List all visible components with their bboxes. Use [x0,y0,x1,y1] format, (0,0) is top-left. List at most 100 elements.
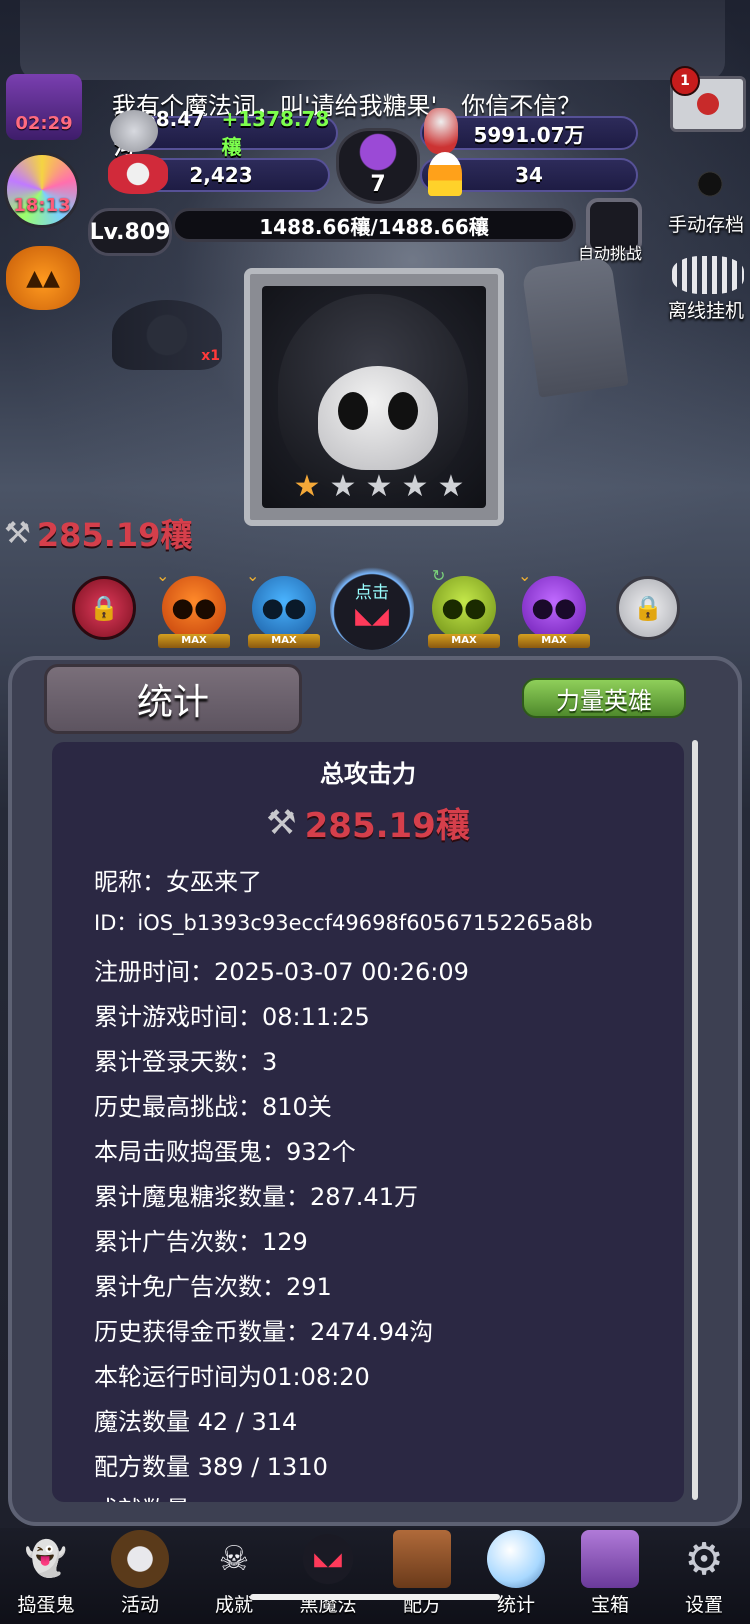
pumpkin-face-icon: ▲▲ [26,265,60,291]
nav-item-events[interactable]: 活动 [100,1530,180,1620]
top-right-value: 5991.07万 [473,122,585,147]
candy-corn-count: 34 [515,163,543,187]
tab-power-heroes[interactable]: 力量英雄 [522,678,686,718]
devil-icon: ◣◢ [299,1530,357,1588]
cauldron-count: 7 [370,171,386,197]
eyeball-cake-icon [111,1530,169,1588]
home-indicator[interactable] [250,1594,500,1600]
max-badge: MAX [518,634,590,648]
candy-timer: 18:13 [13,194,71,216]
stat-run-time: 本轮运行时间为01:08:20 [94,1363,370,1391]
hero-orange[interactable]: ●● [162,576,226,640]
damage-value: 285.19穰 [36,516,193,554]
boss-portrait-frame[interactable]: ★ ★ ★ ★ ★ [244,268,504,526]
nav-item-black-magic[interactable]: ◣◢ 黑魔法 [288,1530,368,1620]
pumpkin-icon[interactable]: ▲▲ [6,246,80,310]
skull-candy-icon [108,154,168,194]
upgrade-chevron-icon: ⌄ [246,566,260,585]
hp-bar: 1488.66穰/1488.66穰 [172,208,576,242]
damage-display: ⚒ 285.19穰 [4,510,192,556]
stat-syrup: 累计魔鬼糖浆数量：287.41万 [94,1183,418,1211]
star-4-icon: ★ [401,469,429,504]
gift-chest-icon [581,1530,639,1588]
nav-item-troublemaker[interactable]: 👻 捣蛋鬼 [6,1530,86,1620]
star-1-icon: ★ [293,469,321,504]
candy-swirl-icon[interactable]: 18:13 [4,152,80,228]
total-attack-value: 285.19穰 [304,806,470,846]
ghost-icon: 👻 [24,1539,68,1579]
nav-label: 统计 [496,1594,535,1616]
hero-face-icon: ●● [171,593,217,623]
click-label: 点击 [355,583,389,603]
hero-blue[interactable]: ●● [252,576,316,640]
stat-free-ads: 累计免广告次数：291 [94,1273,332,1301]
offline-idle-label[interactable]: 离线挂机 [668,296,744,323]
star-3-icon: ★ [365,469,393,504]
locked-hero-slot-left[interactable]: 🔒 [72,576,136,640]
tombstone-icon [521,256,629,398]
max-badge: MAX [248,634,320,648]
hero-face-icon: ●● [531,593,577,623]
witch-hat-icon[interactable]: 02:29 [6,74,82,140]
hero-green[interactable]: ●● [432,576,496,640]
skull-trophy-icon: ☠ [218,1539,250,1579]
nav-item-settings[interactable]: ⚙ 设置 [664,1530,744,1620]
mail-badge: 1 [670,66,700,96]
skull-potion-icon [424,108,458,154]
nav-label: 活动 [120,1594,159,1616]
nav-label: 设置 [684,1594,723,1616]
fish-bone-icon[interactable] [672,256,744,294]
lock-icon: 🔒 [633,594,663,622]
stat-login-days: 累计登录天数：3 [94,1048,278,1076]
total-attack-row: ⚒ 285.19穰 [52,798,684,847]
devil-eyes-icon: ◣◢ [355,603,389,629]
skull-eye-right [388,392,418,430]
stats-content[interactable]: 总攻击力 ⚒ 285.19穰 昵称：女巫来了 ID：iOS_b1393c93ec… [52,742,684,1502]
upgrade-chevron-icon: ⌄ [518,566,532,585]
nav-item-chest[interactable]: 宝箱 [570,1530,650,1620]
hp-text: 1488.66穰/1488.66穰 [259,214,489,239]
nav-item-stats[interactable]: 统计 [476,1530,556,1620]
star-5-icon: ★ [437,469,465,504]
reaper-skull-icon [318,366,438,470]
nav-label: 宝箱 [590,1594,629,1616]
stat-play-time: 累计游戏时间：08:11:25 [94,1003,370,1031]
level-badge: Lv.809 [88,208,172,256]
hero-face-icon: ●● [441,593,487,623]
lock-icon: 🔒 [89,594,119,622]
bat-multiplier: x1 [201,348,220,364]
locked-hero-slot-right[interactable]: 🔒 [616,576,680,640]
stat-id: ID：iOS_b1393c93eccf49698f60567152265a8b [94,911,593,935]
manual-save-label[interactable]: 手动存档 [668,210,744,237]
nav-label: 捣蛋鬼 [17,1594,75,1616]
gold-pile-icon [110,110,158,152]
nav-item-recipes[interactable]: 配方 [382,1530,462,1620]
star-2-icon: ★ [329,469,357,504]
axe-icon: ⚒ [4,515,31,551]
witch-timer: 02:29 [15,113,73,134]
stat-ads: 累计广告次数：129 [94,1228,308,1256]
stat-nickname: 昵称：女巫来了 [94,868,262,896]
stat-achievement-count: 成就数量 ... [94,1490,221,1502]
gear-icon: ⚙ [684,1533,724,1585]
stat-register-time: 注册时间：2025-03-07 00:26:09 [94,958,469,986]
top-stone-frame [20,0,725,80]
skull-count: 2,423 [189,163,253,187]
skull-eye-left [338,392,368,430]
hero-devil-center[interactable]: ◣◢ 点击 [330,566,414,650]
hero-purple[interactable]: ●● [522,576,586,640]
upgrade-chevron-icon: ⌄ [156,566,170,585]
mail-seal-icon [697,93,719,115]
stat-gold-earned: 历史获得金币数量：2474.94沟 [94,1318,434,1346]
gold-gain: +1378.78穰 [221,106,330,159]
nav-label: 成就 [214,1594,253,1616]
hero-face-icon: ●● [261,593,307,623]
tab-stats[interactable]: 统计 [44,664,302,734]
scrollbar[interactable] [692,740,698,1500]
stat-recipe-count: 配方数量 389 / 1310 [94,1453,328,1481]
cauldron-icon[interactable]: 7 [336,128,420,204]
candy-corn-icon [428,152,462,196]
max-badge: MAX [158,634,230,648]
spider-icon[interactable] [690,164,730,204]
nav-item-achievements[interactable]: ☠ 成就 [194,1530,274,1620]
